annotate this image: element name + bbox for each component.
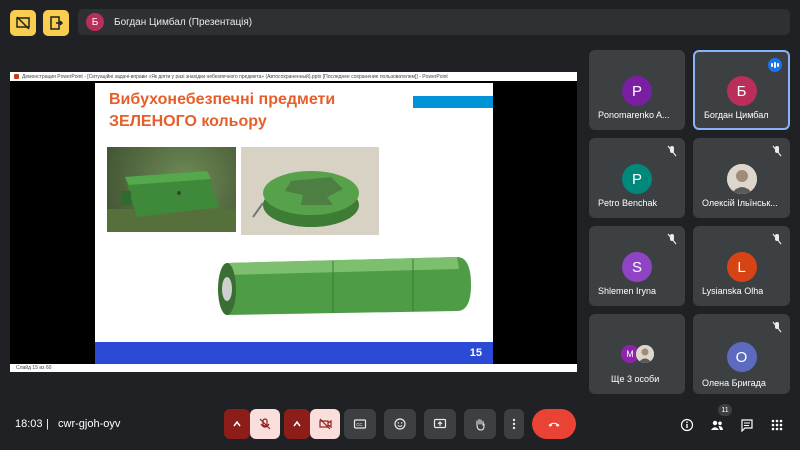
slide-photo-cylinder [213, 249, 486, 323]
meeting-code[interactable]: cwr-gjoh-oyv [58, 418, 120, 430]
participant-tile-olena[interactable]: O Олена Бригада [693, 314, 790, 394]
presenter-label: Богдан Цимбал (Презентація) [114, 16, 253, 28]
mic-off-icon [667, 145, 677, 157]
chevron-up-icon [293, 420, 301, 427]
info-icon [680, 418, 694, 432]
svg-text:CC: CC [356, 422, 363, 427]
leave-call-button[interactable] [532, 409, 576, 439]
slide-photo-box-mine [107, 147, 236, 232]
presentation-stage: Демонстрация PowerPoint - [Ситуаційні за… [10, 72, 577, 372]
more-icon [512, 418, 516, 430]
raise-hand-button[interactable] [464, 409, 496, 439]
activities-button[interactable] [769, 417, 785, 433]
participant-avatar: S [622, 252, 652, 282]
mic-off-icon [772, 321, 782, 333]
slide-number: 15 [469, 347, 482, 359]
participant-name: Petro Benchak [598, 198, 658, 208]
slide-title: Вибухонебезпечні предмети ЗЕЛЕНОГО кольо… [109, 89, 335, 133]
participant-tile-lysianska[interactable]: L Lysianska Olha [693, 226, 790, 306]
participant-count-badge: 11 [718, 404, 732, 416]
participant-name: Богдан Цимбал [704, 110, 769, 120]
participant-avatar: O [726, 342, 757, 372]
chevron-up-icon [233, 420, 241, 427]
emoji-reactions-button[interactable] [384, 409, 416, 439]
slide-footer: 15 [95, 342, 493, 364]
participant-photo-avatar [636, 345, 654, 363]
camera-off-icon [319, 418, 332, 430]
participant-avatar: L [726, 252, 757, 282]
mic-off-icon [772, 145, 782, 157]
people-icon [711, 420, 723, 430]
audio-options-button[interactable] [224, 409, 250, 439]
mic-off-icon [259, 418, 271, 430]
more-options-button[interactable] [504, 409, 524, 439]
captions-button[interactable]: CC [344, 409, 376, 439]
slide-accent-bar [413, 96, 493, 108]
powerpoint-statusbar: Слайд 15 из 60 [10, 364, 577, 372]
participant-tile-shlemen[interactable]: S Shlemen Iryna [589, 226, 685, 306]
participant-name: Олена Бригада [702, 378, 766, 388]
exit-presentation-button[interactable] [43, 10, 69, 36]
microphone-toggle-button[interactable] [250, 409, 280, 439]
clock: 18:03 [15, 418, 43, 430]
presenter-avatar: Б [86, 13, 104, 31]
chat-icon [741, 419, 753, 432]
activities-icon [771, 419, 783, 431]
exit-icon [50, 16, 64, 30]
participant-name: Ще 3 особи [611, 374, 660, 384]
participant-name: Ponomarenko A... [598, 110, 670, 120]
participant-avatar: P [622, 164, 652, 194]
present-off-icon [16, 16, 30, 30]
raise-hand-icon [476, 418, 485, 431]
powerpoint-window-title: Демонстрация PowerPoint - [Ситуаційні за… [22, 73, 448, 80]
powerpoint-icon [14, 74, 19, 79]
camera-toggle-button[interactable] [310, 409, 340, 439]
slide-title-line-2: ЗЕЛЕНОГО кольору [109, 113, 267, 130]
participant-avatar: Б [726, 76, 757, 106]
participant-photo-avatar [726, 164, 757, 194]
speaking-indicator-icon [768, 58, 782, 72]
participant-name: Олексій Ільїнськ... [702, 198, 778, 208]
participant-tile-bohdan[interactable]: Б Богдан Цимбал [693, 50, 790, 130]
participant-tile-ponomarenko[interactable]: P Ponomarenko A... [589, 50, 685, 130]
stop-presenting-button[interactable] [10, 10, 36, 36]
slide-counter: Слайд 15 из 60 [16, 365, 52, 371]
mic-off-icon [667, 233, 677, 245]
participant-name: Shlemen Iryna [598, 286, 657, 296]
present-now-button[interactable] [424, 409, 456, 439]
participant-tile-more[interactable]: M Ще 3 особи [589, 314, 685, 394]
participant-name: Lysianska Olha [702, 286, 764, 296]
people-button[interactable] [709, 417, 725, 433]
meeting-details-button[interactable] [679, 417, 695, 433]
captions-icon: CC [353, 419, 367, 429]
slide-title-line-1: Вибухонебезпечні предмети [109, 91, 336, 108]
powerpoint-titlebar: Демонстрация PowerPoint - [Ситуаційні за… [10, 72, 577, 81]
slide: Вибухонебезпечні предмети ЗЕЛЕНОГО кольо… [95, 83, 493, 364]
participant-tile-petro[interactable]: P Petro Benchak [589, 138, 685, 218]
present-icon [433, 418, 447, 429]
chat-button[interactable] [739, 417, 755, 433]
emoji-icon [394, 418, 406, 430]
slide-photo-round-mine [241, 147, 379, 235]
presenter-banner: Б Богдан Цимбал (Презентація) [78, 9, 790, 35]
participant-tile-oleksii[interactable]: Олексій Ільїнськ... [693, 138, 790, 218]
meet-app: Б Богдан Цимбал (Презентація) Демонстрац… [0, 0, 800, 450]
mic-off-icon [772, 233, 782, 245]
video-options-button[interactable] [284, 409, 310, 439]
participant-avatar: P [622, 76, 652, 106]
separator: | [46, 418, 49, 430]
end-call-icon [548, 422, 560, 427]
